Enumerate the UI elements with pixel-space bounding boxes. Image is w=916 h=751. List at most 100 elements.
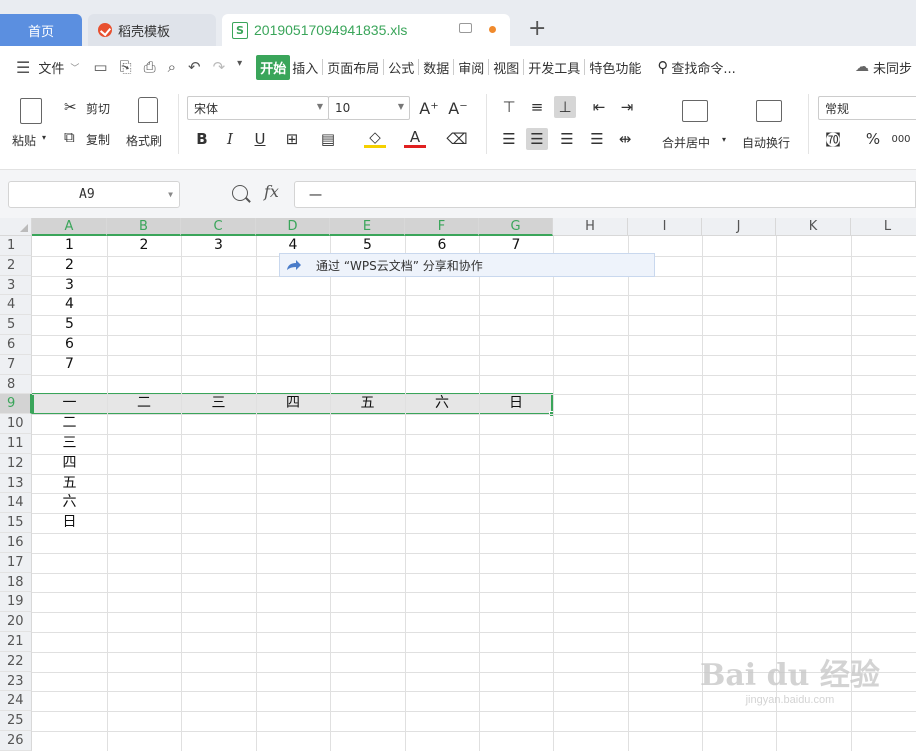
justify-icon[interactable]: ☰ (586, 128, 608, 150)
cell-a4[interactable]: 4 (32, 295, 107, 315)
print-preview-icon[interactable]: ⌕ (168, 58, 176, 76)
chevron-down-icon[interactable]: ﹀ (70, 61, 79, 74)
percent-icon[interactable]: % (862, 128, 884, 150)
row-header-22[interactable]: 22 (0, 651, 32, 672)
currency-icon[interactable]: ㉎ (822, 128, 844, 150)
align-bottom-icon[interactable]: ⊥ (554, 96, 576, 118)
cell-a1[interactable]: 1 (32, 236, 107, 256)
cell-a15[interactable]: 日 (32, 513, 107, 533)
cell-c1[interactable]: 3 (181, 236, 256, 256)
cell-a14[interactable]: 六 (32, 493, 107, 513)
column-header-c[interactable]: C (181, 218, 256, 236)
select-all-corner[interactable] (0, 218, 32, 236)
hamburger-icon[interactable]: ☰ (16, 58, 30, 77)
cell-a6[interactable]: 6 (32, 335, 107, 355)
zoom-lookup-icon[interactable] (232, 185, 248, 201)
row-header-14[interactable]: 14 (0, 493, 32, 514)
row-header-2[interactable]: 2 (0, 255, 32, 276)
row-header-8[interactable]: 8 (0, 374, 32, 395)
column-header-h[interactable]: H (553, 218, 628, 236)
row-header-6[interactable]: 6 (0, 335, 32, 355)
row-header-9[interactable]: 9 (0, 394, 32, 415)
column-header-a[interactable]: A (32, 218, 107, 236)
cell-a13[interactable]: 五 (32, 474, 107, 494)
underline-button[interactable]: U (249, 128, 271, 150)
number-format-select[interactable]: 常规 (818, 96, 916, 120)
row-header-26[interactable]: 26 (0, 731, 32, 751)
align-center-icon[interactable]: ☰ (526, 128, 548, 150)
thousands-separator-icon[interactable]: 000 (890, 128, 912, 150)
row-header-10[interactable]: 10 (0, 414, 32, 434)
menu-formula[interactable]: 公式 (386, 58, 416, 77)
row-header-24[interactable]: 24 (0, 691, 32, 712)
row-header-20[interactable]: 20 (0, 612, 32, 632)
row-header-16[interactable]: 16 (0, 533, 32, 553)
bold-button[interactable]: B (191, 128, 213, 150)
redo-icon[interactable]: ↷ (213, 58, 226, 76)
share-tooltip[interactable]: 通过 “WPS云文档” 分享和协作 (279, 253, 655, 277)
decrease-indent-icon[interactable]: ⇤ (588, 96, 610, 118)
menu-file[interactable]: 文件 (36, 58, 66, 77)
border-icon[interactable]: ⊞ (281, 128, 303, 150)
paste-button[interactable]: 粘贴 (12, 132, 36, 149)
column-header-k[interactable]: K (776, 218, 851, 236)
format-painter-button[interactable]: 格式刷 (126, 132, 162, 149)
cut-button[interactable]: 剪切 (86, 100, 110, 117)
cell-style-icon[interactable]: ▤ (317, 128, 339, 150)
cell-a5[interactable]: 5 (32, 315, 107, 335)
row-header-13[interactable]: 13 (0, 473, 32, 494)
menu-view[interactable]: 视图 (491, 58, 521, 77)
chevron-down-icon[interactable]: ▾ (722, 135, 726, 144)
cell-a10[interactable]: 二 (32, 414, 107, 434)
column-header-d[interactable]: D (256, 218, 330, 236)
row-header-21[interactable]: 21 (0, 632, 32, 652)
paste-chevron-icon[interactable]: ▾ (42, 133, 46, 142)
cell-a12[interactable]: 四 (32, 454, 107, 474)
row-header-7[interactable]: 7 (0, 354, 32, 375)
column-header-i[interactable]: I (628, 218, 702, 236)
menu-page-layout[interactable]: 页面布局 (325, 58, 381, 77)
tab-template[interactable]: 稻壳模板 (88, 14, 216, 46)
row-header-15[interactable]: 15 (0, 513, 32, 533)
cell-g9[interactable]: 日 (479, 394, 553, 414)
search-command[interactable]: ⚲ 查找命令... (657, 58, 735, 77)
menu-start[interactable]: 开始 (256, 54, 291, 80)
increase-indent-icon[interactable]: ⇥ (616, 96, 638, 118)
copy-button[interactable]: 复制 (86, 131, 110, 148)
fill-color-icon[interactable]: ◇ (364, 128, 386, 148)
column-header-b[interactable]: B (107, 218, 181, 236)
name-box[interactable]: A9 ▼ (8, 181, 180, 208)
cell-e9[interactable]: 五 (330, 394, 405, 414)
cell-c9[interactable]: 三 (181, 394, 256, 414)
row-header-3[interactable]: 3 (0, 275, 32, 296)
shrink-font-button[interactable]: A⁻ (447, 97, 469, 119)
align-middle-icon[interactable]: ≡ (526, 96, 548, 118)
menu-insert[interactable]: 插入 (290, 58, 320, 77)
customize-chevron-icon[interactable]: ▾ (237, 58, 242, 76)
wrap-text-button[interactable]: 自动换行 (742, 134, 790, 151)
row-header-25[interactable]: 25 (0, 711, 32, 731)
cell-f9[interactable]: 六 (405, 394, 479, 414)
export-icon[interactable]: ⎘ (120, 58, 132, 76)
cell-a2[interactable]: 2 (32, 256, 107, 276)
row-header-1[interactable]: 1 (0, 236, 32, 256)
column-header-g[interactable]: G (479, 218, 553, 236)
column-header-f[interactable]: F (405, 218, 479, 236)
font-name-select[interactable]: 宋体 ▼ (187, 96, 329, 120)
menu-special[interactable]: 特色功能 (587, 58, 643, 77)
row-header-12[interactable]: 12 (0, 453, 32, 474)
tab-file[interactable]: S 20190517094941835.xls (222, 14, 510, 46)
row-header-18[interactable]: 18 (0, 572, 32, 593)
merge-center-icon[interactable] (682, 100, 708, 122)
cell-a11[interactable]: 三 (32, 434, 107, 454)
cell-b9[interactable]: 二 (107, 394, 181, 414)
fx-icon[interactable]: fx (264, 182, 279, 201)
copy-icon[interactable]: ⧉ (64, 128, 75, 146)
align-top-icon[interactable]: ⊤ (498, 96, 520, 118)
font-size-select[interactable]: 10 ▼ (328, 96, 410, 120)
monitor-icon[interactable] (459, 23, 472, 33)
menu-developer[interactable]: 开发工具 (526, 58, 582, 77)
row-header-19[interactable]: 19 (0, 592, 32, 613)
cell-a7[interactable]: 7 (32, 355, 107, 375)
align-left-icon[interactable]: ☰ (498, 128, 520, 150)
